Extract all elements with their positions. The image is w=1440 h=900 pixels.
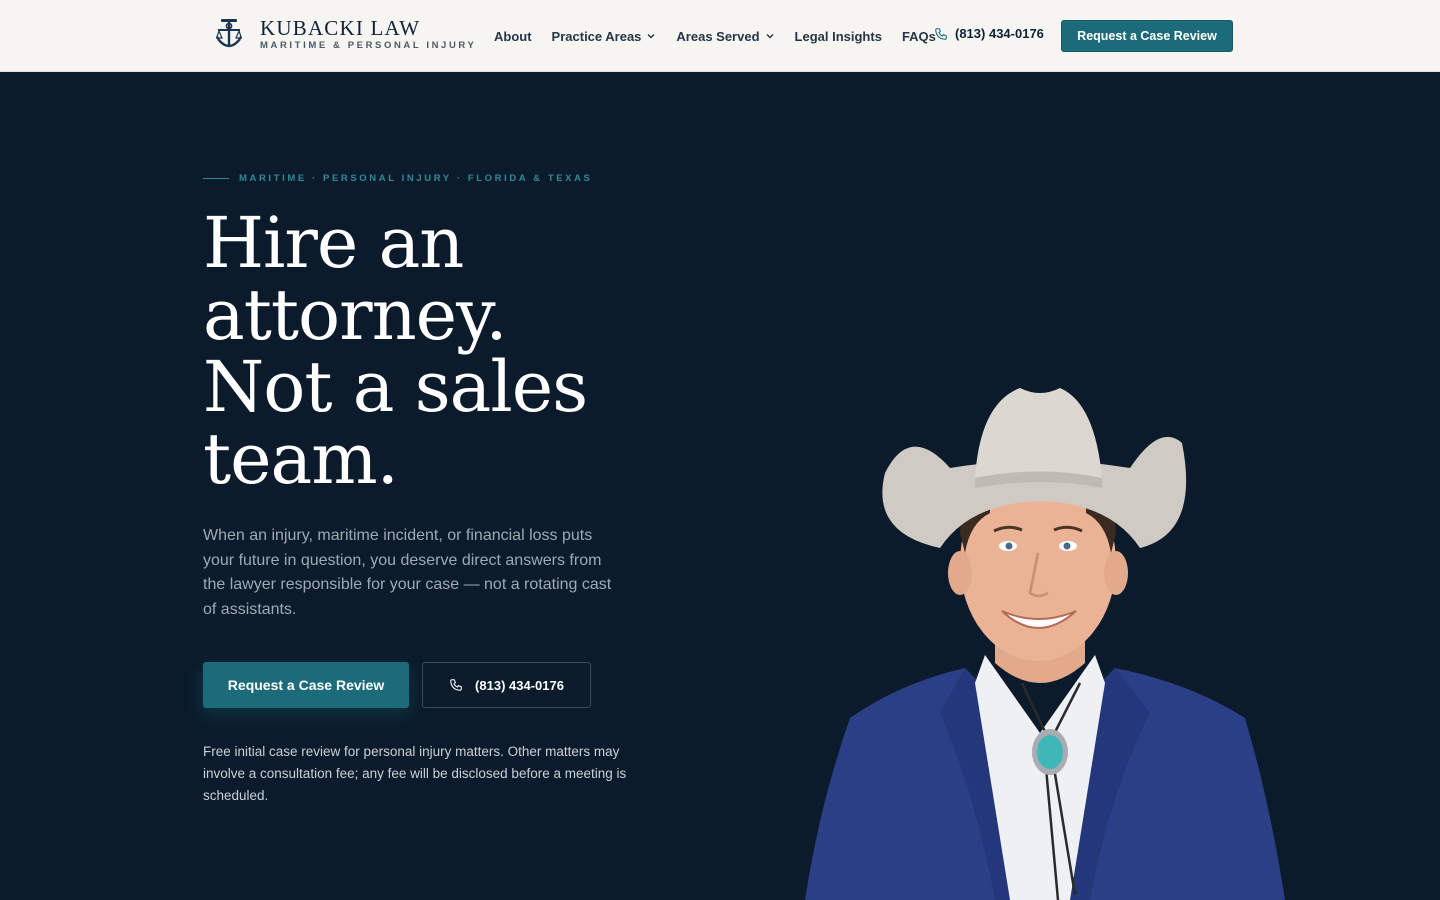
hero-headline: Hire an attorney. Not a sales team. [203,207,763,495]
eyebrow-text: MARITIME · PERSONAL INJURY · FLORIDA & T… [239,173,593,184]
header-phone-link[interactable]: (813) 434-0176 [934,26,1044,41]
chevron-down-icon [766,34,774,39]
phone-icon [935,27,947,40]
nav-item-areas-served[interactable]: Areas Served [676,29,774,44]
nav-item-label: Areas Served [676,28,760,44]
headline-line: team. [203,418,399,500]
headline-line: Not a sales [203,346,588,428]
brand-tagline: MARITIME & PERSONAL INJURY [260,40,477,51]
anchor-scales-icon [216,19,242,48]
headline-line: attorney. [203,274,508,356]
hero-case-review-button[interactable]: Request a Case Review [203,662,409,708]
attorney-portrait [805,388,1285,900]
phone-icon [450,679,462,691]
headline-line: Hire an [203,202,464,284]
nav-item-about[interactable]: About [494,29,532,44]
hero-section: MARITIME · PERSONAL INJURY · FLORIDA & T… [0,73,1440,900]
header-phone-number: (813) 434-0176 [955,26,1044,41]
nav-item-label: Practice Areas [551,28,642,44]
nav-item-faqs[interactable]: FAQs [902,29,936,44]
logo[interactable]: KUBACKI LAW MARITIME & PERSONAL INJURY [216,17,476,51]
brand-name: KUBACKI LAW [260,16,421,40]
eyebrow-rule [203,178,229,179]
nav-item-legal-insights[interactable]: Legal Insights [795,29,882,44]
hero-phone-button[interactable]: (813) 434-0176 [422,662,591,708]
nav-item-label: About [494,28,532,44]
hero-disclaimer: Free initial case review for personal in… [203,744,627,803]
hero-phone-number: (813) 434-0176 [475,677,564,693]
chevron-down-icon [647,34,655,39]
main-nav: About Practice Areas Areas Served Legal … [494,0,956,72]
site-header: KUBACKI LAW MARITIME & PERSONAL INJURY A… [0,0,1440,72]
nav-item-label: FAQs [901,28,936,44]
nav-item-label: Legal Insights [794,28,882,44]
header-case-review-button[interactable]: Request a Case Review [1061,20,1233,52]
hero-intro: When an injury, maritime incident, or fi… [203,527,612,618]
hero-eyebrow: MARITIME · PERSONAL INJURY · FLORIDA & T… [203,173,593,184]
nav-item-practice-areas[interactable]: Practice Areas [552,29,657,44]
